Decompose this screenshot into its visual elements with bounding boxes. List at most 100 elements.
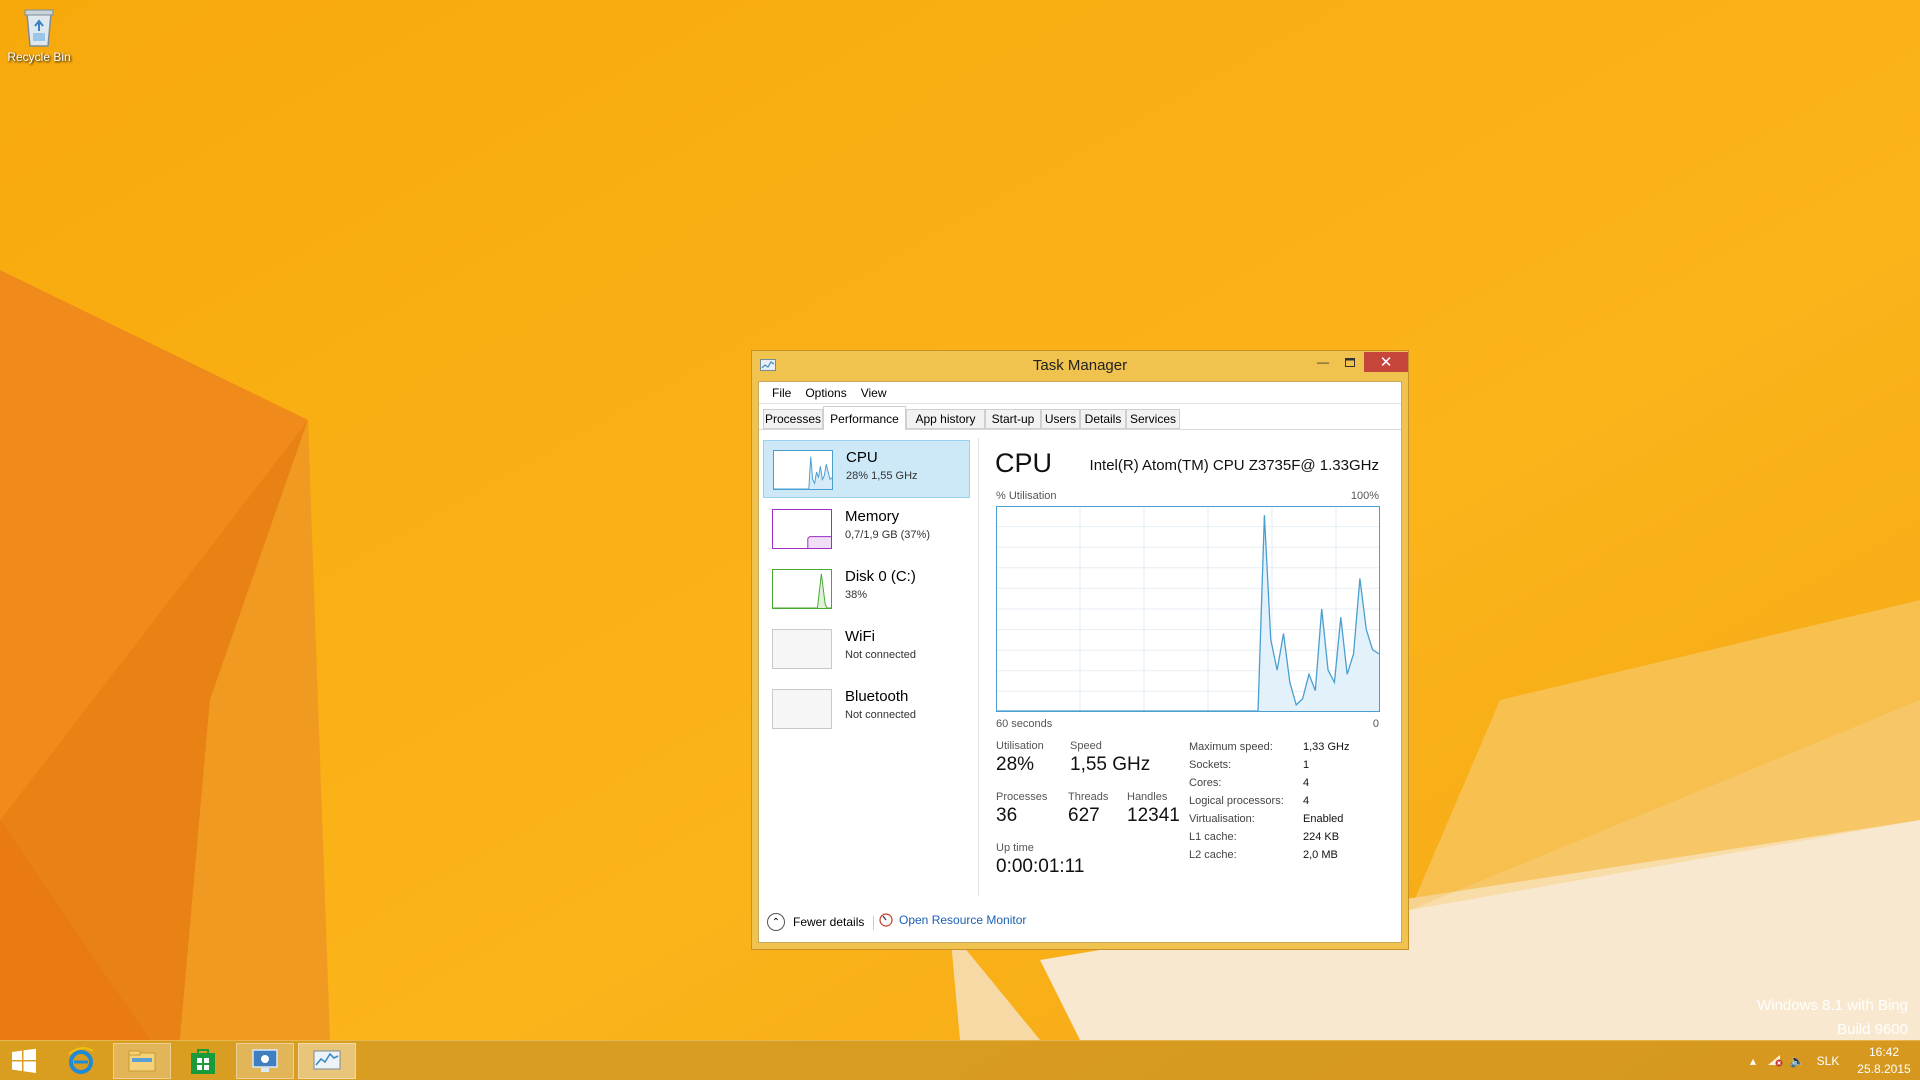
- resource-subtitle: Not connected: [845, 649, 916, 661]
- resource-name: CPU: [846, 449, 878, 466]
- disk-thumbnail-graph: [772, 569, 832, 609]
- resource-item-memory[interactable]: Memory 0,7/1,9 GB (37%): [763, 500, 970, 558]
- spec-label: L1 cache:: [1189, 831, 1237, 843]
- maximize-button[interactable]: [1337, 352, 1363, 372]
- graph-x-left-label: 60 seconds: [996, 718, 1053, 730]
- minimize-button[interactable]: —: [1310, 352, 1336, 372]
- spec-label: Virtualisation:: [1189, 813, 1255, 825]
- footer-separator: [873, 916, 874, 930]
- resource-name: Bluetooth: [845, 688, 909, 705]
- watermark-line-2: Build 9600: [1837, 1021, 1908, 1038]
- speaker-icon: 🔈: [1789, 1054, 1805, 1068]
- spec-value: 4: [1303, 795, 1310, 807]
- spec-value: 1: [1303, 759, 1310, 771]
- resource-item-bluetooth[interactable]: Bluetooth Not connected: [763, 680, 970, 738]
- taskbar-store[interactable]: [174, 1043, 232, 1079]
- utilisation-label: Utilisation: [996, 740, 1044, 752]
- clock[interactable]: 16:42 25.8.2015: [1848, 1044, 1920, 1078]
- open-resource-monitor-link[interactable]: Open Resource Monitor: [879, 913, 1026, 927]
- panel-divider: [978, 438, 979, 896]
- uptime-label: Up time: [996, 842, 1034, 854]
- recycle-bin-desktop-icon[interactable]: Recycle Bin: [4, 6, 74, 64]
- taskbar-internet-explorer[interactable]: [52, 1043, 110, 1079]
- taskbar-file-explorer[interactable]: [113, 1043, 171, 1079]
- recycle-bin-label: Recycle Bin: [7, 50, 71, 64]
- spec-value: 1,33 GHz: [1303, 741, 1350, 753]
- control-panel-icon: [252, 1049, 278, 1072]
- language-indicator[interactable]: SLK: [1808, 1054, 1848, 1068]
- system-tray: ▴ 🔈 SLK 16:42 25.8.2015: [1742, 1041, 1920, 1080]
- resource-name: Disk 0 (C:): [845, 568, 916, 585]
- spec-label: L2 cache:: [1189, 849, 1237, 861]
- task-manager-window: Task Manager — ✕ File Options View Proce…: [751, 350, 1409, 950]
- tab-strip: Processes Performance App history Start-…: [759, 406, 1401, 431]
- spec-label: Logical processors:: [1189, 795, 1284, 807]
- task-manager-icon: [313, 1050, 341, 1070]
- watermark-line-1: Windows 8.1 with Bing: [1757, 997, 1908, 1014]
- internet-explorer-icon: [68, 1047, 94, 1074]
- store-icon: [191, 1049, 215, 1074]
- memory-thumbnail-graph: [772, 509, 832, 549]
- windows-watermark: Windows 8.1 with Bing Build 9600: [1757, 994, 1908, 1042]
- clock-date: 25.8.2015: [1857, 1062, 1911, 1076]
- performance-panel: CPU 28% 1,55 GHz Memory 0,7/1,9 GB (37%)…: [759, 430, 1401, 942]
- uptime-value: 0:00:01:11: [996, 856, 1085, 877]
- spec-value: Enabled: [1303, 813, 1344, 825]
- close-button[interactable]: ✕: [1364, 352, 1408, 372]
- fewer-details-label: Fewer details: [793, 915, 865, 929]
- network-tray-button[interactable]: [1764, 1053, 1786, 1070]
- menu-options[interactable]: Options: [798, 384, 853, 402]
- tab-users[interactable]: Users: [1041, 409, 1080, 429]
- resource-name: WiFi: [845, 628, 875, 645]
- spec-value: 2,0 MB: [1303, 849, 1338, 861]
- window-client-area: File Options View Processes Performance …: [758, 381, 1402, 943]
- speed-value: 1,55 GHz: [1070, 754, 1151, 775]
- network-disconnected-icon: [1768, 1054, 1783, 1066]
- resource-item-wifi[interactable]: WiFi Not connected: [763, 620, 970, 678]
- cpu-utilisation-graph: [996, 506, 1380, 712]
- tab-start-up[interactable]: Start-up: [985, 409, 1041, 429]
- tab-performance[interactable]: Performance: [823, 406, 906, 431]
- menu-file[interactable]: File: [765, 384, 798, 402]
- menu-view[interactable]: View: [854, 384, 894, 402]
- bluetooth-thumbnail-graph: [772, 689, 832, 729]
- window-footer: ⌃ Fewer details Open Resource Monitor: [759, 896, 1401, 942]
- resource-name: Memory: [845, 508, 900, 525]
- cpu-model-name: Intel(R) Atom(TM) CPU Z3735F@ 1.33GHz: [1089, 457, 1379, 474]
- graph-y-label: % Utilisation: [996, 490, 1057, 502]
- speed-label: Speed: [1070, 740, 1102, 752]
- tab-details[interactable]: Details: [1080, 409, 1126, 429]
- processes-label: Processes: [996, 791, 1048, 803]
- spec-value: 4: [1303, 777, 1310, 789]
- clock-time: 16:42: [1868, 1045, 1900, 1059]
- cpu-thumbnail-graph: [773, 450, 833, 490]
- spec-label: Sockets:: [1189, 759, 1232, 771]
- windows-logo-icon: [12, 1048, 36, 1073]
- close-icon: ✕: [1379, 354, 1393, 371]
- tab-processes[interactable]: Processes: [763, 409, 823, 429]
- processes-value: 36: [996, 805, 1018, 826]
- chevron-up-icon: ▴: [1749, 1054, 1757, 1068]
- menu-bar: File Options View: [759, 382, 1401, 404]
- taskbar-control-panel[interactable]: [236, 1043, 294, 1079]
- resource-item-disk[interactable]: Disk 0 (C:) 38%: [763, 560, 970, 618]
- title-bar[interactable]: Task Manager — ✕: [752, 351, 1408, 381]
- threads-label: Threads: [1068, 791, 1109, 803]
- resource-subtitle: 28% 1,55 GHz: [846, 470, 918, 482]
- handles-value: 12341: [1127, 805, 1180, 826]
- fewer-details-button[interactable]: ⌃ Fewer details: [767, 913, 864, 931]
- volume-tray-button[interactable]: 🔈: [1786, 1054, 1808, 1068]
- tab-services[interactable]: Services: [1126, 409, 1180, 429]
- resource-subtitle: Not connected: [845, 709, 916, 721]
- handles-label: Handles: [1127, 791, 1168, 803]
- start-button[interactable]: [0, 1043, 48, 1079]
- recycle-bin-icon: [24, 9, 54, 47]
- open-resource-monitor-label: Open Resource Monitor: [899, 913, 1027, 927]
- graph-x-right-label: 0: [1372, 718, 1379, 730]
- resource-item-cpu[interactable]: CPU 28% 1,55 GHz: [763, 440, 970, 498]
- tab-app-history[interactable]: App history: [906, 409, 985, 429]
- wifi-thumbnail-graph: [772, 629, 832, 669]
- taskbar-task-manager[interactable]: [298, 1043, 356, 1079]
- show-hidden-icons-button[interactable]: ▴: [1742, 1054, 1764, 1068]
- utilisation-value: 28%: [996, 754, 1035, 775]
